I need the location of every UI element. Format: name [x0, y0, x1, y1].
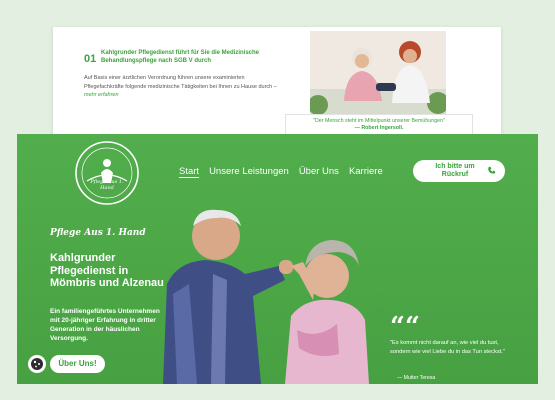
hero-title: Kahlgrunder Pflegedienst in Mömbris und …	[50, 252, 164, 289]
step-text: Auf Basis einer ärztlichen Verordnung fü…	[84, 74, 284, 100]
step-title: Kahlgrunder Pflegedienst führt für Sie d…	[101, 50, 260, 64]
hero-script-title: Pflege Aus 1. Hand	[50, 228, 146, 238]
nav-start[interactable]: Start	[179, 166, 199, 177]
nav-unsere-leistungen[interactable]: Unsere Leistungen	[209, 166, 289, 177]
step-text-body: Auf Basis einer ärztlichen Verordnung fü…	[84, 75, 277, 90]
callback-label: Ich bitte um Rückruf	[435, 163, 475, 178]
callback-button[interactable]: Ich bitte um Rückruf	[413, 160, 505, 182]
hero-quote-author: — Mutter Teresa	[397, 375, 436, 381]
more-link[interactable]: mehr erfahren	[84, 92, 119, 98]
phone-icon	[488, 166, 496, 174]
cookie-icon[interactable]	[28, 355, 46, 373]
back-page-preview: 01 Kahlgrunder Pflegedienst führt für Si…	[53, 27, 501, 147]
hero-description: Ein familiengeführtes Unternehmen mit 20…	[50, 308, 160, 342]
logo-script: Pflege Aus 1. Hand	[90, 179, 124, 191]
hero-quote: "Es kommt nicht darauf an, wie viel du t…	[390, 340, 505, 355]
nav-ueber-uns[interactable]: Über Uns	[299, 166, 339, 177]
back-quote-author: — Robert Ingersoll.	[354, 125, 404, 131]
back-quote-text: "Der Mensch steht im Mittelpunkt unserer…	[313, 118, 445, 124]
quote-icon: ““	[390, 312, 420, 342]
nav-karriere[interactable]: Karriere	[349, 166, 383, 177]
step-number: 01	[84, 53, 97, 65]
nurse-photo	[310, 31, 446, 115]
main-nav: Start Unsere Leistungen Über Uns Karrier…	[179, 166, 383, 177]
logo[interactable]: Pflege Aus 1. Hand	[73, 139, 141, 207]
about-us-button[interactable]: Über Uns!	[50, 355, 105, 373]
hero-section: Pflege Aus 1. Hand Start Unsere Leistung…	[17, 134, 538, 384]
